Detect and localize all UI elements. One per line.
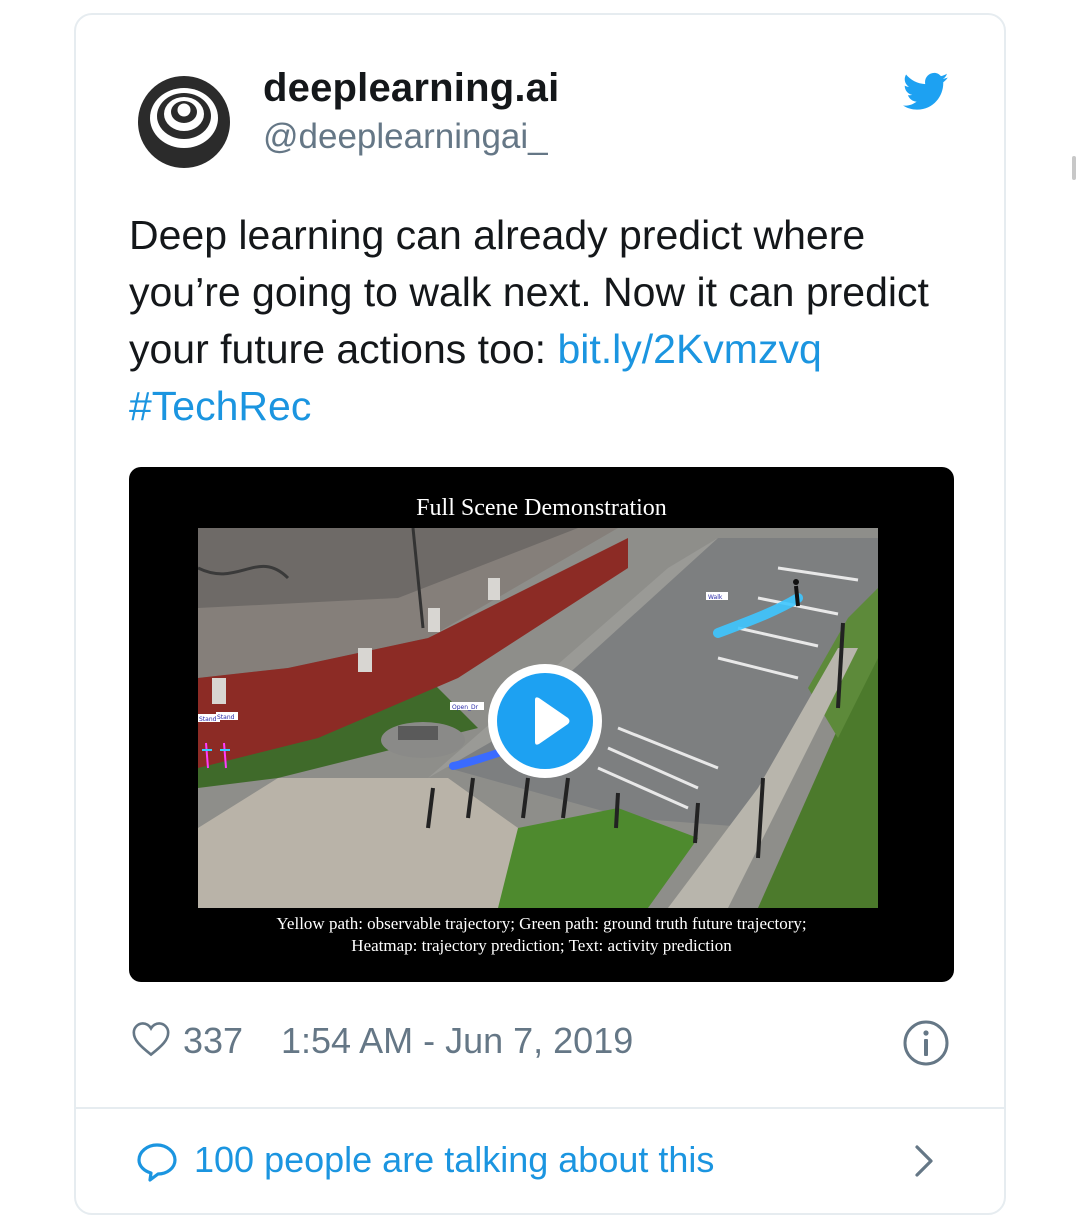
video-caption: Yellow path: observable trajectory; Gree… <box>129 913 954 957</box>
open-door-label: Open_Dr <box>452 704 479 711</box>
info-icon[interactable] <box>901 1018 951 1068</box>
tweet-text: Deep learning can already predict where … <box>129 207 969 435</box>
tweet-timestamp[interactable]: 1:54 AM - Jun 7, 2019 <box>281 1020 633 1062</box>
chevron-right-icon[interactable] <box>912 1143 936 1179</box>
speech-bubble-icon <box>137 1143 177 1182</box>
hashtag-link[interactable]: #TechRec <box>129 383 311 429</box>
conversation-link[interactable]: 100 people are talking about this <box>136 1135 946 1187</box>
walk-label: Walk <box>708 594 723 601</box>
video-player[interactable]: Full Scene Demonstration Walk Open_Dr St… <box>129 467 954 982</box>
play-button[interactable] <box>488 664 602 778</box>
like-count[interactable]: 337 <box>183 1020 243 1062</box>
display-name[interactable]: deeplearning.ai <box>263 66 559 111</box>
twitter-bird-icon[interactable] <box>903 72 949 112</box>
account-handle[interactable]: @deeplearningai_ <box>263 117 548 157</box>
play-icon <box>535 697 570 745</box>
heart-icon[interactable] <box>131 1021 171 1057</box>
divider <box>76 1107 1004 1109</box>
stand-label-2: Stand <box>217 714 235 721</box>
tweet-link[interactable]: bit.ly/2Kvmzvq <box>557 326 821 372</box>
scrollbar[interactable] <box>1072 156 1076 180</box>
stand-label-1: Stand <box>199 716 217 723</box>
caption-line-2: Heatmap: trajectory prediction; Text: ac… <box>351 936 732 955</box>
conversation-text[interactable]: 100 people are talking about this <box>194 1139 714 1181</box>
tweet-meta: 337 1:54 AM - Jun 7, 2019 <box>129 1016 959 1066</box>
caption-line-1: Yellow path: observable trajectory; Gree… <box>276 914 807 933</box>
video-title: Full Scene Demonstration <box>416 495 667 521</box>
avatar[interactable] <box>136 74 232 170</box>
play-icon-circle <box>497 673 593 769</box>
